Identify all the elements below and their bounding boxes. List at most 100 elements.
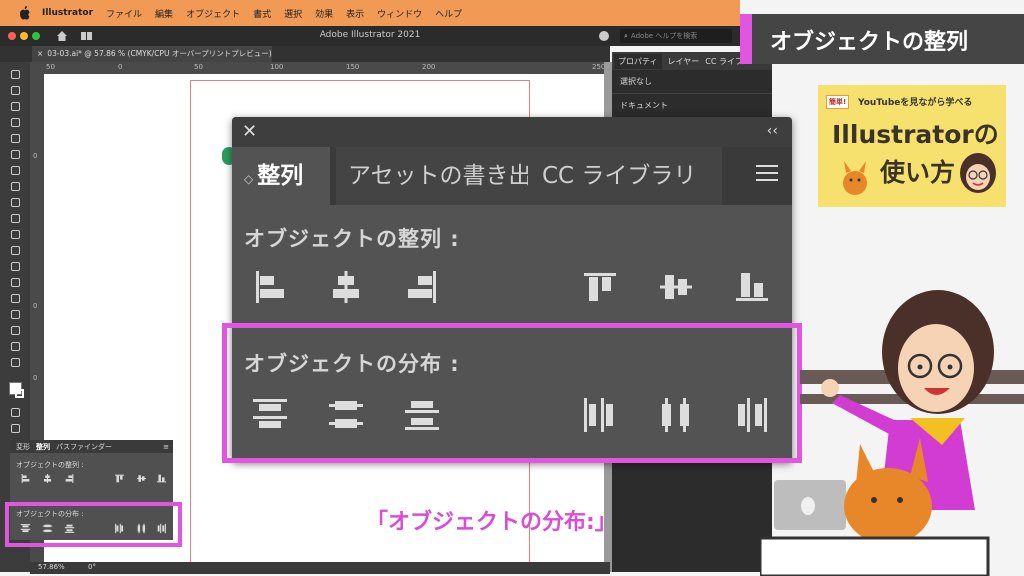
tab-transform[interactable]: 変形 (16, 442, 30, 452)
menu-select[interactable]: 選択 (284, 7, 302, 20)
pencil-tool-icon[interactable] (11, 166, 20, 175)
zoom-tool-icon[interactable] (11, 358, 20, 367)
menu-type[interactable]: 書式 (253, 7, 271, 20)
gradient-tool-icon[interactable] (11, 262, 20, 271)
align-vertical-center-icon[interactable] (656, 267, 696, 307)
search-icon: ⌕ (624, 32, 628, 40)
distribute-highlight-frame (222, 323, 802, 463)
desk (760, 536, 990, 576)
eyedropper-tool-icon[interactable] (11, 278, 20, 287)
tab-layers[interactable]: レイヤー (668, 56, 700, 67)
help-search-input[interactable]: ⌕ Adobe ヘルプを検索 (620, 29, 732, 43)
menu-window[interactable]: ウィンドウ (377, 7, 422, 20)
tab-align-label: 整列 (257, 163, 304, 189)
align-left-icon[interactable] (250, 267, 290, 307)
rotation-view[interactable]: 0° (88, 563, 96, 571)
small-align-horizontal-center-icon[interactable] (42, 473, 53, 484)
no-selection-label: 選択なし (620, 77, 652, 86)
menu-view[interactable]: 表示 (346, 7, 364, 20)
screen-mode-icon[interactable] (11, 424, 20, 433)
squirrel-mascot-icon (843, 161, 867, 195)
magic-wand-tool-icon[interactable] (11, 102, 20, 111)
horizontal-ruler[interactable]: 50 0 50 100 150 200 250 (44, 62, 610, 74)
small-align-heading: オブジェクトの整列 : (16, 461, 84, 469)
panel-menu-icon[interactable] (756, 165, 778, 183)
ruler-origin[interactable] (30, 62, 44, 74)
caption: 「オブジェクトの分布:」 (366, 510, 617, 535)
align-right-icon[interactable] (402, 267, 442, 307)
ruler-h-label: 100 (270, 63, 284, 71)
help-search-placeholder: Adobe ヘルプを検索 (630, 32, 698, 40)
collapse-panel-icon[interactable]: ‹‹ (767, 123, 778, 139)
ruler-v-label: 0 (33, 374, 38, 382)
teacher-avatar-icon (960, 153, 996, 193)
mac-menubar: Illustrator ファイル 編集 オブジェクト 書式 選択 効果 表示 ウ… (0, 0, 740, 26)
window-titlebar: Adobe Illustrator 2021 ⌕ Adobe ヘルプを検索 (0, 26, 740, 46)
pen-tool-icon[interactable] (11, 118, 20, 127)
tab-cc-libraries[interactable]: CC ライブラリ (528, 147, 722, 205)
rotate-tool-icon[interactable] (11, 198, 20, 207)
document-section-label: ドキュメント (620, 101, 668, 110)
presenter-hand (821, 379, 839, 397)
document-tab[interactable]: × 03-03.ai* @ 57.86 % (CMYK/CPU オーバープリントプ… (32, 46, 272, 62)
share-icon[interactable] (598, 30, 610, 42)
close-tab-icon[interactable]: × (37, 49, 43, 58)
small-align-bottom-icon[interactable] (156, 473, 167, 484)
close-icon[interactable]: ✕ (242, 123, 257, 141)
small-align-top-icon[interactable] (114, 473, 125, 484)
ruler-h-label: 150 (346, 63, 360, 71)
ruler-h-label: 50 (46, 63, 55, 71)
tab-cc-libraries[interactable]: CC ライブ (705, 56, 743, 67)
align-horizontal-center-icon[interactable] (326, 267, 366, 307)
shape-builder-tool-icon[interactable] (11, 246, 20, 255)
menu-app-name[interactable]: Illustrator (42, 8, 93, 18)
ruler-h-label: 200 (422, 63, 436, 71)
small-align-vertical-center-icon[interactable] (136, 473, 147, 484)
menu-edit[interactable]: 編集 (155, 7, 173, 20)
artboard-tool-icon[interactable] (11, 326, 20, 335)
video-title-accent (740, 14, 752, 64)
eraser-tool-icon[interactable] (11, 214, 20, 223)
menu-effect[interactable]: 効果 (315, 7, 333, 20)
align-top-icon[interactable] (580, 267, 620, 307)
hand-tool-icon[interactable] (11, 342, 20, 351)
tab-pathfinder[interactable]: パスファインダー (56, 442, 112, 452)
selection-tool-icon[interactable] (11, 70, 20, 79)
document-tab-title: 03-03.ai* @ 57.86 % (CMYK/CPU オーバープリントプレ… (47, 49, 272, 58)
draw-mode-icon[interactable] (11, 408, 20, 417)
zoom-level[interactable]: 57.86% (38, 563, 65, 571)
easy-badge: 簡単! (826, 95, 850, 109)
ruler-v-label: 0 (33, 302, 38, 310)
paintbrush-tool-icon[interactable] (11, 150, 20, 159)
tab-align[interactable]: ◇ 整列 (232, 147, 330, 205)
small-align-right-icon[interactable] (64, 473, 75, 484)
channel-subtitle: YouTubeを見ながら学べる (858, 98, 973, 108)
align-objects-heading: オブジェクトの整列 : (244, 227, 460, 251)
presenter-illustration (760, 290, 1024, 576)
panel-tab-bar: ◇ 整列 アセットの書き出 CC ライブラリ (232, 147, 792, 205)
tab-align-small[interactable]: 整列 (36, 442, 50, 452)
expand-options-icon[interactable]: ◇ (244, 172, 253, 186)
stroke-color-swatch[interactable] (15, 389, 24, 398)
ruler-h-label: 0 (118, 63, 123, 71)
direct-selection-tool-icon[interactable] (11, 86, 20, 95)
symbol-sprayer-tool-icon[interactable] (11, 310, 20, 319)
video-title: オブジェクトの整列 (770, 30, 969, 55)
tab-asset-export[interactable]: アセットの書き出 (336, 147, 538, 205)
tab-properties[interactable]: プロパティ (614, 53, 662, 69)
menu-object[interactable]: オブジェクト (186, 7, 240, 20)
width-tool-icon[interactable] (11, 230, 20, 239)
channel-card: 簡単! YouTubeを見ながら学べる Illustratorの 使い方 (818, 85, 1006, 207)
apple-icon[interactable] (18, 6, 32, 20)
small-panel-menu-icon[interactable]: ≡ (163, 443, 169, 451)
channel-title-line2: 使い方 (880, 158, 956, 187)
blend-tool-icon[interactable] (11, 294, 20, 303)
type-tool-icon[interactable] (11, 182, 20, 191)
rectangle-tool-icon[interactable] (11, 134, 20, 143)
status-bar: 57.86% 0° (30, 562, 610, 574)
small-panel-tab-bar: 変形 整列 パスファインダー ≡ (10, 440, 173, 453)
small-align-left-icon[interactable] (20, 473, 31, 484)
ruler-v-label: 0 (33, 152, 38, 160)
menu-file[interactable]: ファイル (106, 7, 142, 20)
menu-help[interactable]: ヘルプ (435, 7, 462, 20)
